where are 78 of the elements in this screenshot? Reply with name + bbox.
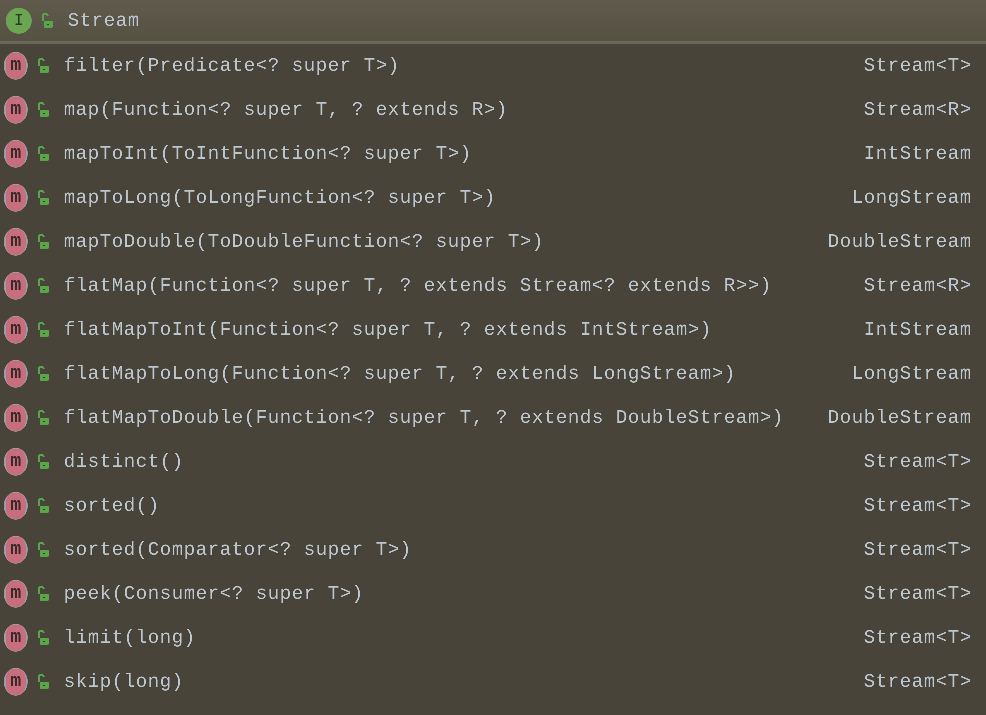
method-icon: m: [4, 624, 28, 652]
return-type: DoubleStream: [828, 407, 972, 429]
method-item[interactable]: m mapToDouble(ToDoubleFunction<? super T>) DoubleStream: [0, 220, 986, 264]
method-signature: limit(long): [64, 627, 198, 649]
unlocked-padlock-icon: [36, 542, 50, 558]
method-icon: m: [4, 668, 28, 696]
method-signature: sorted(): [64, 495, 162, 517]
method-icon: m: [4, 536, 28, 564]
method-icon: m: [4, 580, 28, 608]
method-icon: m: [4, 184, 28, 212]
interface-icon: I: [6, 8, 32, 34]
method-item[interactable]: m sorted(Comparator<? super T>) Stream<T>: [0, 528, 986, 572]
method-item[interactable]: m filter(Predicate<? super T>) Stream<T>: [0, 44, 986, 88]
return-type: IntStream: [864, 319, 972, 341]
unlocked-padlock-icon: [36, 58, 50, 74]
return-type: Stream<R>: [864, 99, 972, 121]
method-item[interactable]: m mapToInt(ToIntFunction<? super T>) IntStream: [0, 132, 986, 176]
method-item[interactable]: m mapToLong(ToLongFunction<? super T>) LongStream: [0, 176, 986, 220]
return-type: DoubleStream: [828, 231, 972, 253]
method-signature: peek(Consumer<? super T>): [64, 583, 366, 605]
unlocked-padlock-icon: [36, 190, 50, 206]
method-item[interactable]: m peek(Consumer<? super T>) Stream<T>: [0, 572, 986, 616]
method-signature: mapToDouble(ToDoubleFunction<? super T>): [64, 231, 546, 253]
method-icon: m: [4, 360, 28, 388]
unlocked-padlock-icon: [36, 410, 50, 426]
method-icon: m: [4, 492, 28, 520]
return-type: IntStream: [864, 143, 972, 165]
method-item[interactable]: m skip(long) Stream<T>: [0, 660, 986, 704]
unlocked-padlock-icon: [36, 498, 50, 514]
return-type: LongStream: [852, 363, 972, 385]
method-signature: flatMap(Function<? super T, ? extends Stream<? extends R>>): [64, 275, 774, 297]
method-signature: filter(Predicate<? super T>): [64, 55, 402, 77]
method-item[interactable]: m map(Function<? super T, ? extends R>) Stream<R>: [0, 88, 986, 132]
return-type: Stream<T>: [864, 451, 972, 473]
method-signature: sorted(Comparator<? super T>): [64, 539, 414, 561]
method-item[interactable]: m flatMap(Function<? super T, ? extends Stream<? extends R>>) Stream<R>: [0, 264, 986, 308]
method-signature: map(Function<? super T, ? extends R>): [64, 99, 510, 121]
method-icon: m: [4, 448, 28, 476]
method-icon: m: [4, 52, 28, 80]
method-icon: m: [4, 404, 28, 432]
method-item[interactable]: m flatMapToDouble(Function<? super T, ? extends DoubleStream>) DoubleStream: [0, 396, 986, 440]
method-item[interactable]: m flatMapToInt(Function<? super T, ? extends IntStream>) IntStream: [0, 308, 986, 352]
method-signature: flatMapToLong(Function<? super T, ? extends LongStream>): [64, 363, 738, 385]
unlocked-padlock-icon: [36, 322, 50, 338]
method-icon: m: [4, 140, 28, 168]
return-type: Stream<T>: [864, 671, 972, 693]
return-type: Stream<T>: [864, 627, 972, 649]
unlocked-padlock-icon: [36, 234, 50, 250]
method-item[interactable]: m limit(long) Stream<T>: [0, 616, 986, 660]
unlocked-padlock-icon: [36, 630, 50, 646]
method-signature: flatMapToDouble(Function<? super T, ? extends DoubleStream>): [64, 407, 786, 429]
unlocked-padlock-icon: [36, 586, 50, 602]
return-type: Stream<R>: [864, 275, 972, 297]
method-item[interactable]: m distinct() Stream<T>: [0, 440, 986, 484]
unlocked-padlock-icon: [36, 146, 50, 162]
method-item[interactable]: m flatMapToLong(Function<? super T, ? extends LongStream>) LongStream: [0, 352, 986, 396]
method-signature: skip(long): [64, 671, 186, 693]
method-icon: m: [4, 316, 28, 344]
return-type: Stream<T>: [864, 55, 972, 77]
unlocked-padlock-icon: [40, 12, 54, 28]
method-signature: distinct(): [64, 451, 186, 473]
return-type: LongStream: [852, 187, 972, 209]
unlocked-padlock-icon: [36, 454, 50, 470]
method-icon: m: [4, 96, 28, 124]
method-icon: m: [4, 228, 28, 256]
return-type: Stream<T>: [864, 495, 972, 517]
unlocked-padlock-icon: [36, 674, 50, 690]
return-type: Stream<T>: [864, 583, 972, 605]
method-signature: mapToInt(ToIntFunction<? super T>): [64, 143, 474, 165]
unlocked-padlock-icon: [36, 278, 50, 294]
method-item[interactable]: m sorted() Stream<T>: [0, 484, 986, 528]
class-name: Stream: [68, 10, 140, 32]
unlocked-padlock-icon: [36, 366, 50, 382]
method-signature: flatMapToInt(Function<? super T, ? extends IntStream>): [64, 319, 714, 341]
method-signature: mapToLong(ToLongFunction<? super T>): [64, 187, 498, 209]
return-type: Stream<T>: [864, 539, 972, 561]
unlocked-padlock-icon: [36, 102, 50, 118]
method-icon: m: [4, 272, 28, 300]
